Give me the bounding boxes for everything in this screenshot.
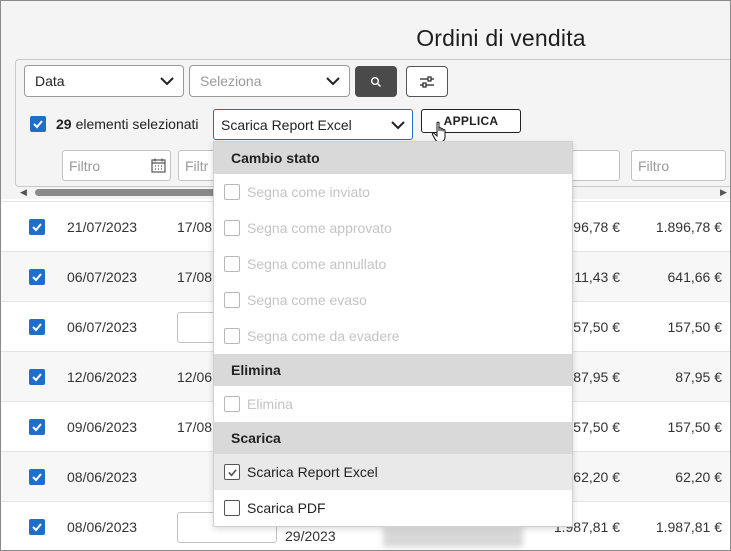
row-date: 21/07/2023 — [67, 219, 138, 235]
dropdown-item-segna-evaso: Segna come evaso — [214, 282, 572, 318]
row-date: 06/07/2023 — [67, 269, 138, 285]
row-checkbox[interactable] — [29, 469, 45, 485]
select-all-checkbox[interactable] — [30, 116, 46, 132]
checkbox-checked-icon — [32, 423, 42, 432]
row-date: 08/06/2023 — [67, 469, 138, 485]
chevron-down-icon — [326, 77, 340, 86]
sort-select-value: Data — [35, 73, 65, 89]
row-checkbox[interactable] — [29, 269, 45, 285]
selection-summary: 29 elementi selezionati — [30, 116, 199, 132]
row-date: 09/06/2023 — [67, 419, 138, 435]
row-date-2: 12/06 — [177, 369, 213, 385]
checkbox-checked-icon — [224, 464, 240, 480]
dropdown-item-label: Elimina — [247, 396, 293, 412]
filter-2-placeholder: Filtr — [185, 157, 209, 174]
row-amount: 87,95 € — [573, 369, 620, 385]
dropdown-item-segna-approvato: Segna come approvato — [214, 210, 572, 246]
filter-input-total[interactable]: Filtro — [631, 150, 726, 181]
dropdown-item-label: Scarica Report Excel — [247, 464, 378, 480]
dropdown-item-label: Segna come inviato — [247, 184, 370, 200]
row-checkbox[interactable] — [29, 219, 45, 235]
app-window: Ordini di vendita Data Seleziona 29 elem… — [0, 0, 731, 551]
dropdown-item-elimina: Elimina — [214, 386, 572, 422]
checkbox-icon — [224, 256, 240, 272]
chevron-down-icon — [391, 121, 405, 130]
row-date-2: 17/08 — [177, 219, 213, 235]
dropdown-item-label: Segna come evaso — [247, 292, 367, 308]
checkbox-icon — [224, 500, 240, 516]
dropdown-item-scarica-pdf[interactable]: Scarica PDF — [214, 490, 572, 526]
bulk-action-dropdown: Cambio stato Segna come inviato Segna co… — [213, 141, 573, 527]
checkbox-checked-icon — [32, 323, 42, 332]
sort-select[interactable]: Data — [24, 65, 184, 97]
row-date: 08/06/2023 — [67, 519, 138, 535]
dropdown-item-segna-inviato: Segna come inviato — [214, 174, 572, 210]
bulk-action-value: Scarica Report Excel — [221, 116, 352, 133]
dropdown-group-elimina: Elimina — [214, 354, 572, 386]
row-amount: 96,78 € — [573, 219, 620, 235]
scroll-right-arrow[interactable]: ▶ — [720, 187, 727, 198]
blurred-cell — [383, 527, 523, 547]
filter-total-placeholder: Filtro — [638, 157, 670, 174]
dropdown-group-cambio-stato: Cambio stato — [214, 142, 572, 174]
filter-input-amount[interactable] — [565, 150, 620, 181]
search-icon — [371, 76, 382, 87]
row-checkbox[interactable] — [29, 519, 45, 535]
checkbox-checked-icon — [32, 473, 42, 482]
dropdown-item-segna-da-evadere: Segna come da evadere — [214, 318, 572, 354]
dropdown-item-label: Segna come approvato — [247, 220, 392, 236]
dropdown-item-scarica-report-excel[interactable]: Scarica Report Excel — [214, 454, 572, 490]
dropdown-item-label: Segna come annullato — [247, 256, 387, 272]
checkbox-checked-icon — [32, 523, 42, 532]
row-total: 1.896,78 € — [655, 219, 722, 235]
date-filter-input[interactable]: Filtro — [62, 150, 171, 181]
row-date-2: 17/08 — [177, 269, 213, 285]
row-total: 62,20 € — [675, 469, 722, 485]
checkbox-checked-icon — [33, 120, 43, 129]
checkbox-icon — [224, 220, 240, 236]
row-total: 1.987,81 € — [655, 519, 722, 535]
checkbox-icon — [224, 328, 240, 344]
selection-label: elementi selezionati — [75, 116, 199, 132]
checkbox-checked-icon — [32, 373, 42, 382]
row-date: 06/07/2023 — [67, 319, 138, 335]
bulk-action-select[interactable]: Scarica Report Excel — [213, 109, 413, 140]
checkbox-checked-icon — [32, 273, 42, 282]
dropdown-item-label: Segna come da evadere — [247, 328, 400, 344]
row-amount: 62,20 € — [573, 469, 620, 485]
dropdown-item-label: Scarica PDF — [247, 500, 326, 516]
row-date-input[interactable] — [177, 312, 217, 343]
checkbox-checked-icon — [32, 223, 42, 232]
calendar-icon[interactable] — [151, 158, 166, 173]
row-date-2: 17/08 — [177, 419, 213, 435]
row-date-2: 29/2023 — [285, 528, 336, 544]
date-filter-placeholder: Filtro — [69, 157, 101, 174]
horizontal-scrollbar-thumb[interactable] — [35, 189, 239, 196]
sliders-icon — [420, 75, 434, 88]
row-checkbox[interactable] — [29, 319, 45, 335]
row-amount: 57,50 € — [573, 319, 620, 335]
row-checkbox[interactable] — [29, 419, 45, 435]
row-total: 87,95 € — [675, 369, 722, 385]
filter-select-placeholder: Seleziona — [200, 73, 262, 89]
chevron-down-icon — [160, 77, 174, 86]
checkbox-icon — [224, 184, 240, 200]
row-checkbox[interactable] — [29, 369, 45, 385]
advanced-filters-button[interactable] — [406, 66, 448, 97]
scroll-left-arrow[interactable]: ◀ — [20, 187, 27, 198]
search-button[interactable] — [355, 66, 397, 97]
row-date: 12/06/2023 — [67, 369, 138, 385]
row-total: 641,66 € — [667, 269, 723, 285]
checkbox-icon — [224, 292, 240, 308]
checkbox-icon — [224, 396, 240, 412]
row-total: 157,50 € — [667, 319, 723, 335]
filter-select[interactable]: Seleziona — [189, 65, 350, 97]
row-amount: 11,43 € — [574, 269, 620, 285]
selection-count: 29 — [56, 116, 72, 132]
dropdown-group-scarica: Scarica — [214, 422, 572, 454]
dropdown-item-segna-annullato: Segna come annullato — [214, 246, 572, 282]
row-total: 157,50 € — [667, 419, 723, 435]
row-amount: 57,50 € — [573, 419, 620, 435]
page-title: Ordini di vendita — [416, 25, 586, 51]
